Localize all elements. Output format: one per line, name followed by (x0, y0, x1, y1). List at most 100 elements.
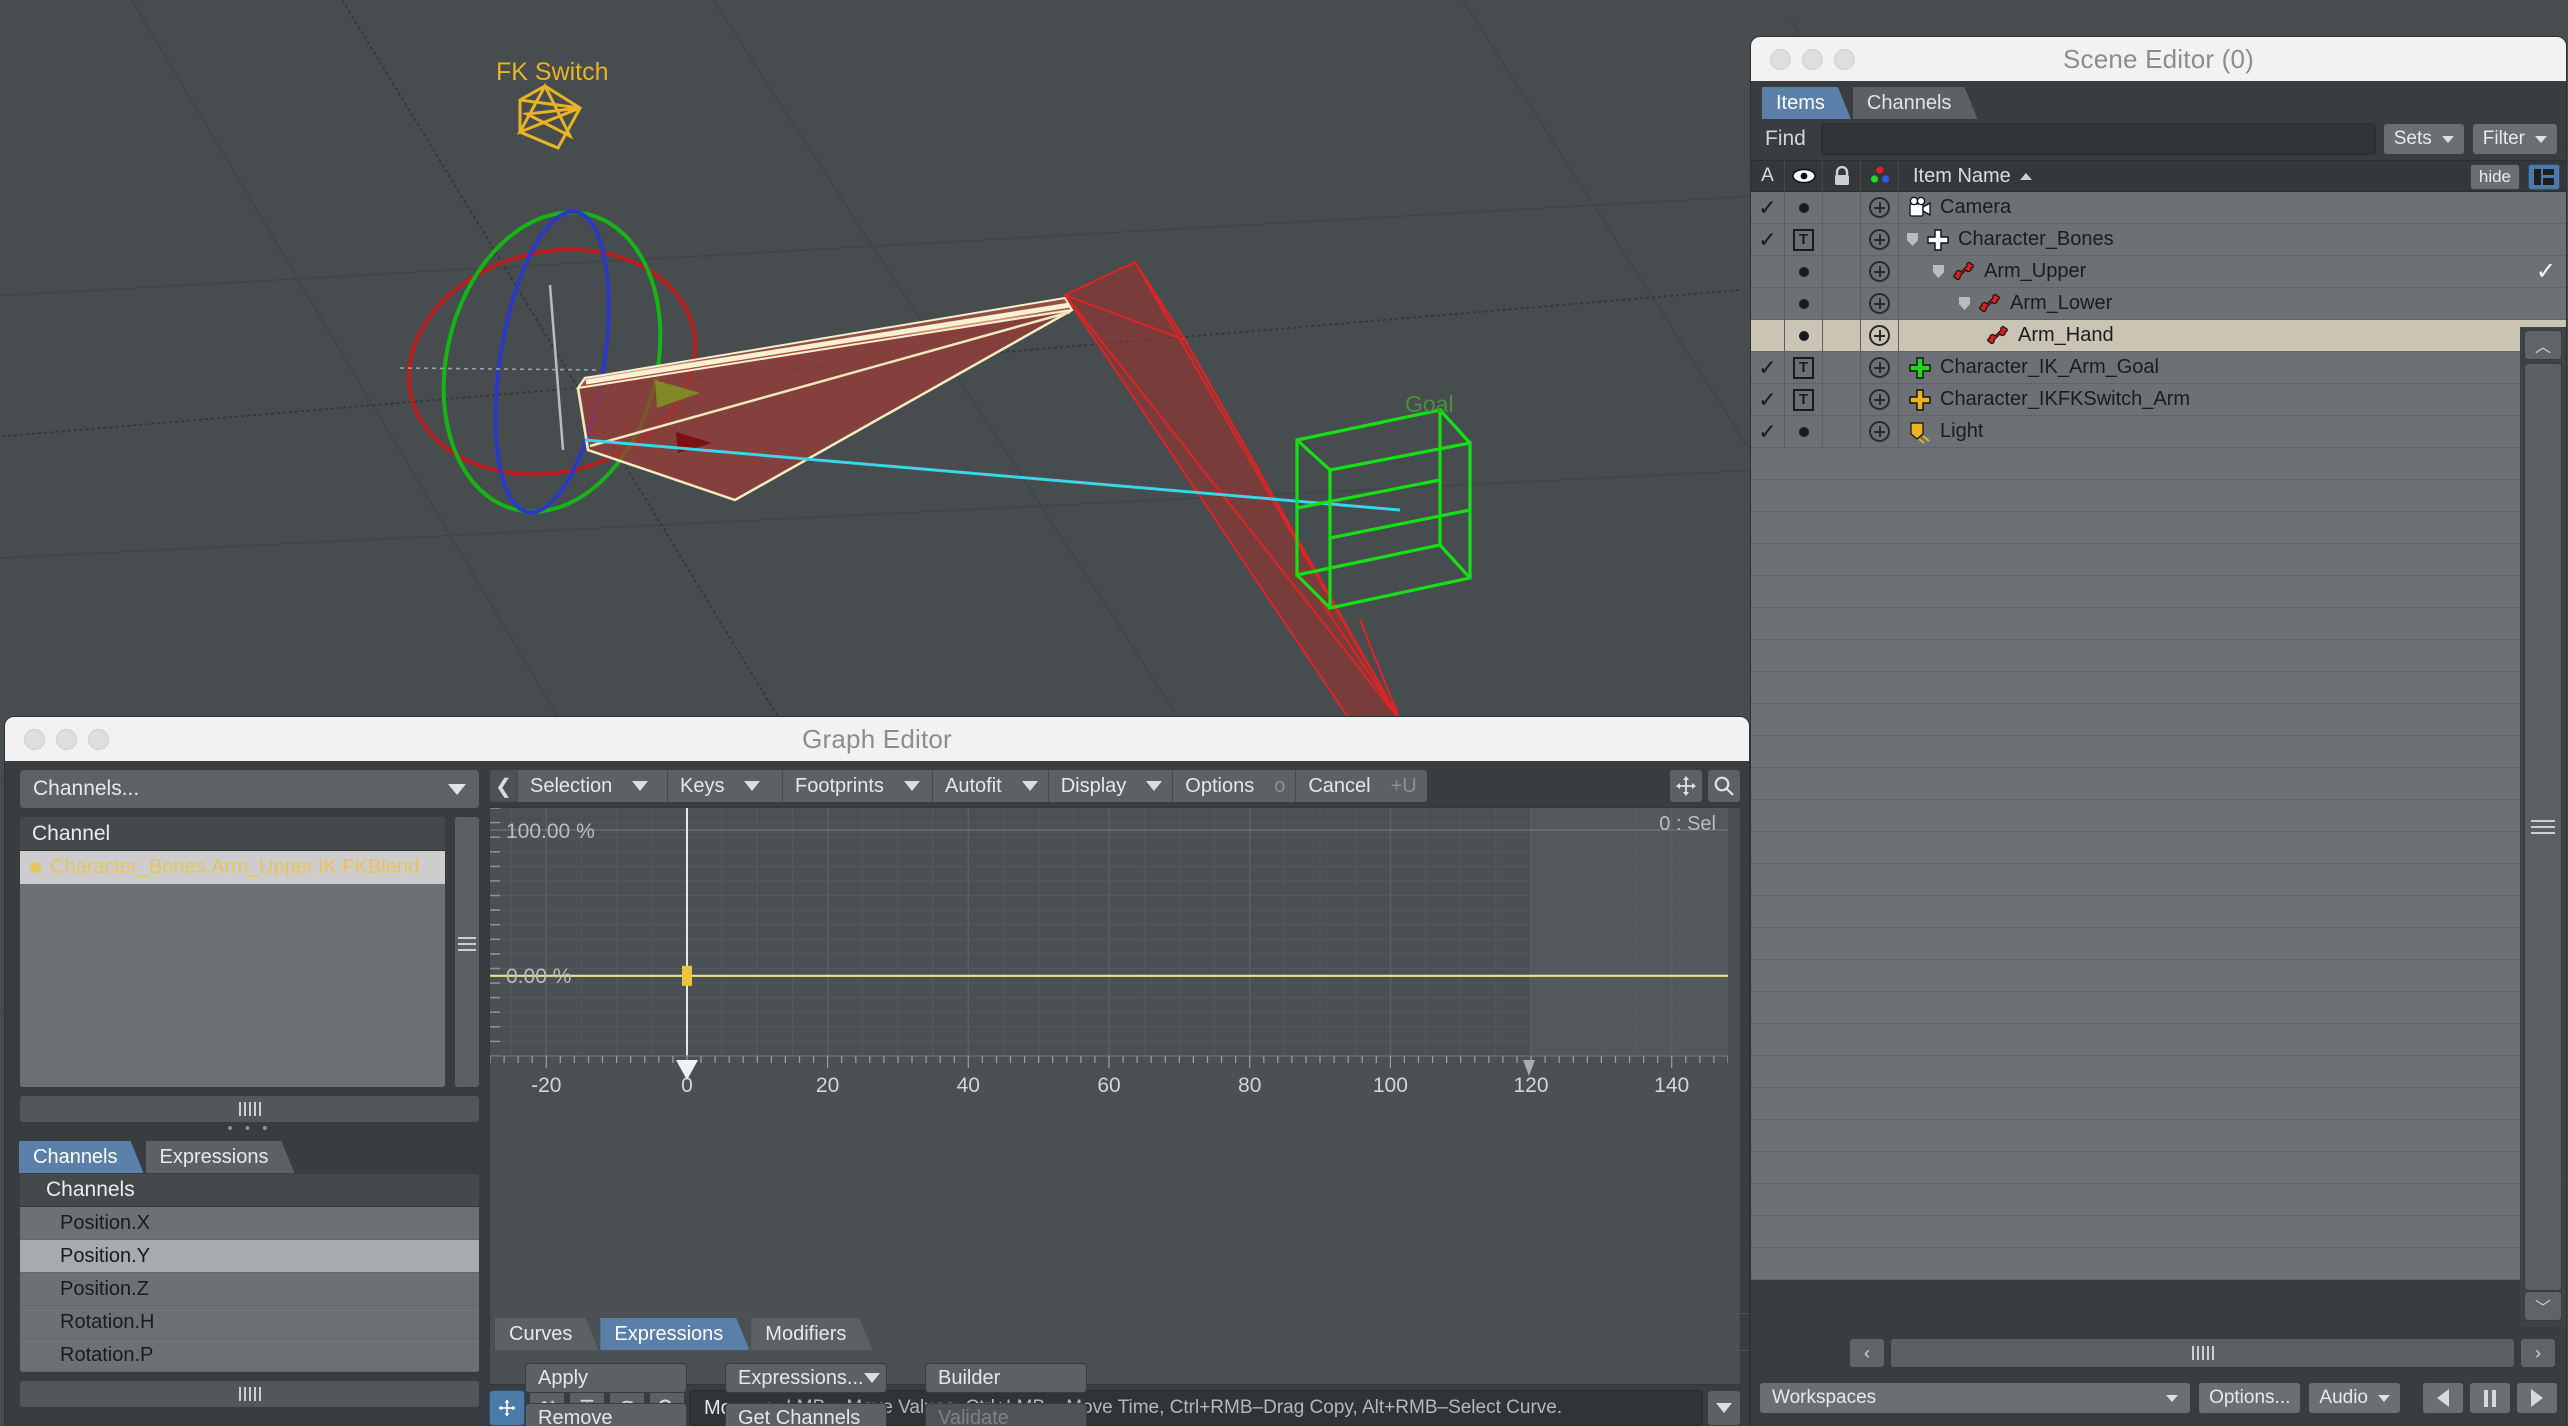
minimize-button[interactable] (56, 728, 77, 750)
hscroll-thumb-grip[interactable] (238, 1387, 261, 1401)
row-color-toggle[interactable] (1861, 287, 1899, 320)
pane-resize-handle[interactable]: • • • (19, 1121, 480, 1139)
transport-controls[interactable] (2422, 1382, 2558, 1414)
list-item[interactable]: Position.Z (20, 1273, 479, 1306)
move-tool-icon[interactable] (1669, 769, 1703, 803)
builder-button[interactable]: Builder (925, 1363, 1087, 1393)
color-icon[interactable] (1861, 160, 1899, 192)
table-row[interactable]: Arm_Hand (1751, 319, 2566, 352)
scene-editor-titlebar[interactable]: Scene Editor (0) (1751, 37, 2566, 81)
bottom-tabs[interactable]: Curves Expressions Modifiers (489, 1314, 1749, 1350)
tab-expressions[interactable]: Expressions (600, 1318, 749, 1350)
channel-list[interactable]: Channel Character_Bones.Arm_Upper.IK.FKB… (19, 816, 446, 1088)
tab-expressions-left[interactable]: Expressions (146, 1141, 295, 1173)
item-name-cell[interactable]: Character_IKFKSwitch_Arm (1899, 388, 2190, 412)
find-input[interactable] (1820, 123, 2376, 155)
tab-channels-left[interactable]: Channels (19, 1141, 144, 1173)
empty-row[interactable] (1751, 960, 2566, 992)
item-list-scrollbar[interactable]: ︿ ﹀ (2520, 327, 2566, 1327)
table-row[interactable]: ✓ T Character_IK_Arm_Goal (1751, 351, 2566, 384)
scroll-down-button[interactable]: ﹀ (2524, 1291, 2562, 1321)
expressions-button[interactable]: Expressions... (725, 1363, 887, 1393)
empty-row[interactable] (1751, 832, 2566, 864)
empty-row[interactable] (1751, 1024, 2566, 1056)
item-name-cell[interactable]: Camera (1899, 196, 2011, 220)
window-controls[interactable] (24, 728, 109, 750)
row-color-toggle[interactable] (1861, 223, 1899, 256)
empty-row[interactable] (1751, 928, 2566, 960)
scene-item-list[interactable]: ✓ Camera ✓ T Character_Bones Arm_Upper ✓ Arm_Lo… (1751, 191, 2566, 1280)
maximize-button[interactable] (1834, 48, 1855, 70)
item-name-cell[interactable]: Arm_Hand (1899, 324, 2114, 348)
tab-items[interactable]: Items (1762, 87, 1851, 119)
hscroll-thumb-grip[interactable] (2191, 1346, 2214, 1360)
expand-arrow-icon[interactable] (1933, 265, 1944, 278)
item-name-cell[interactable]: Arm_Lower (1899, 292, 2112, 316)
empty-row[interactable] (1751, 512, 2566, 544)
scroll-track[interactable] (2524, 363, 2562, 1291)
empty-row[interactable] (1751, 768, 2566, 800)
row-color-toggle[interactable] (1861, 319, 1899, 352)
pause-icon[interactable] (2469, 1382, 2511, 1414)
column-header-a[interactable]: A (1751, 160, 1785, 192)
channel-selector-dropdown[interactable]: Channels... (19, 769, 480, 809)
hscroll-track[interactable] (1890, 1338, 2515, 1368)
menu-options[interactable]: Options o (1173, 770, 1297, 802)
previous-frame-icon[interactable] (2422, 1382, 2464, 1414)
table-row[interactable]: ✓ Light (1751, 415, 2566, 448)
lock-icon[interactable] (1823, 160, 1861, 192)
empty-row[interactable] (1751, 1248, 2566, 1280)
empty-row[interactable] (1751, 992, 2566, 1024)
empty-row[interactable] (1751, 576, 2566, 608)
menu-footprints[interactable]: Footprints (783, 770, 933, 802)
empty-row[interactable] (1751, 1088, 2566, 1120)
eye-icon[interactable] (1785, 160, 1823, 192)
graph-editor-titlebar[interactable]: Graph Editor (5, 717, 1749, 761)
row-color-toggle[interactable] (1861, 191, 1899, 224)
menu-cancel[interactable]: Cancel +U (1296, 770, 1426, 802)
options-button[interactable]: Options... (2198, 1382, 2302, 1414)
table-row[interactable]: ✓ Camera (1751, 191, 2566, 224)
tab-channels[interactable]: Channels (1853, 87, 1978, 119)
row-active-toggle[interactable] (1751, 255, 1785, 288)
empty-row[interactable] (1751, 1216, 2566, 1248)
channel-list-scrollbar[interactable] (454, 816, 480, 1088)
hscroll-right-button[interactable]: › (2520, 1338, 2556, 1368)
close-button[interactable] (24, 728, 45, 750)
empty-row[interactable] (1751, 1152, 2566, 1184)
left-channels-hscroll[interactable] (19, 1380, 480, 1408)
row-visibility-toggle[interactable]: T (1785, 383, 1823, 416)
scroll-thumb-grip[interactable] (458, 933, 476, 955)
row-visibility-toggle[interactable]: T (1785, 223, 1823, 256)
list-item[interactable]: Position.X (20, 1207, 479, 1240)
scroll-up-button[interactable]: ︿ (2524, 330, 2562, 360)
row-active-toggle[interactable]: ✓ (1751, 383, 1785, 416)
row-active-toggle[interactable]: ✓ (1751, 351, 1785, 384)
item-list-hscroll[interactable]: ‹ › (1751, 1333, 2566, 1372)
empty-row[interactable] (1751, 480, 2566, 512)
expand-arrow-icon[interactable] (1907, 233, 1918, 246)
scene-editor-tabs[interactable]: Items Channels (1751, 81, 2566, 119)
hscroll-left-button[interactable]: ‹ (1849, 1338, 1885, 1368)
apply-button[interactable]: Apply (525, 1363, 687, 1393)
empty-row[interactable] (1751, 1120, 2566, 1152)
hide-button[interactable]: hide (2469, 164, 2520, 190)
row-color-toggle[interactable] (1861, 383, 1899, 416)
row-visibility-toggle[interactable] (1785, 191, 1823, 224)
expression-buttons[interactable]: ApplyRemoveNew Expressions...Get Channel… (489, 1351, 1749, 1426)
channel-list-empty-area[interactable] (20, 884, 445, 1087)
item-name-cell[interactable]: Character_IK_Arm_Goal (1899, 356, 2159, 380)
table-row[interactable]: ✓ T Character_Bones (1751, 223, 2566, 256)
empty-row[interactable] (1751, 608, 2566, 640)
remove-button[interactable]: Remove (525, 1403, 687, 1426)
item-name-cell[interactable]: Light (1899, 420, 1983, 444)
menu-autofit[interactable]: Autofit (933, 770, 1049, 802)
magnifier-icon[interactable] (1707, 769, 1741, 803)
close-button[interactable] (1770, 48, 1791, 70)
hscroll-thumb-grip[interactable] (238, 1102, 261, 1116)
tab-curves[interactable]: Curves (495, 1318, 598, 1350)
table-row[interactable]: Arm_Lower (1751, 287, 2566, 320)
row-lock-toggle[interactable] (1823, 319, 1861, 352)
empty-row[interactable] (1751, 736, 2566, 768)
channel-list-hscroll[interactable] (19, 1095, 480, 1123)
